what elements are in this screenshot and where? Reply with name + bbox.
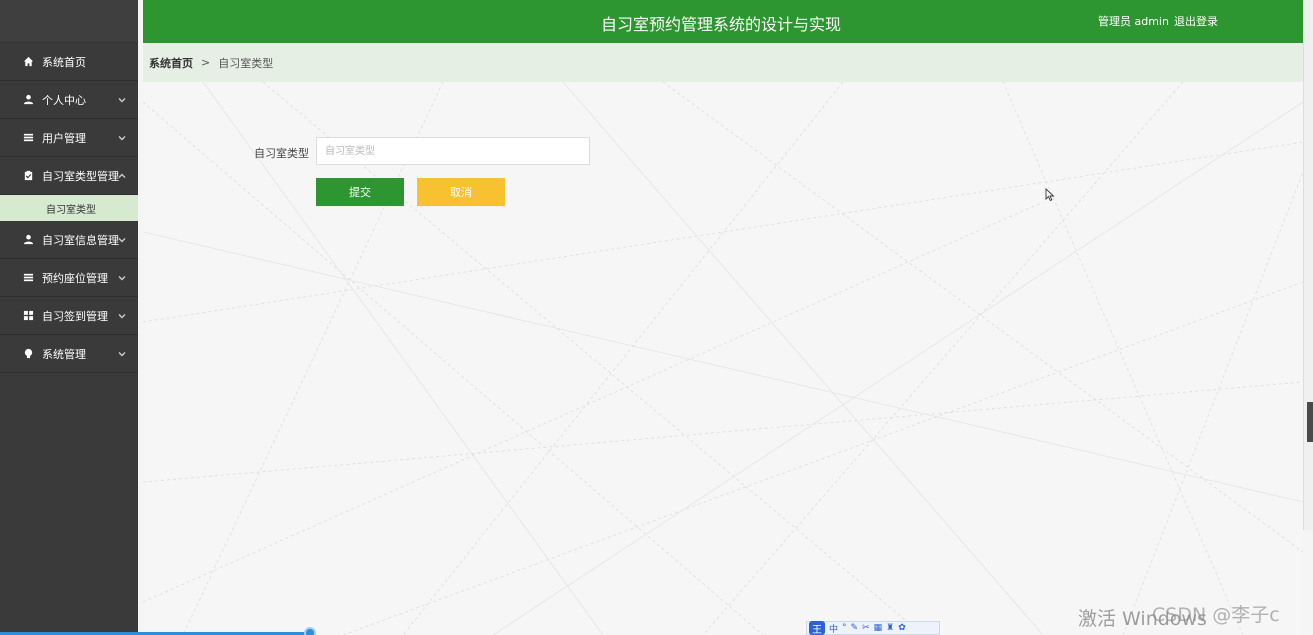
ime-toolbar[interactable]: 王 中 ° ✎ ✂ ▦ ♜ ✿ (806, 621, 940, 635)
sidebar-item-user-management[interactable]: 用户管理 (0, 119, 138, 157)
sidebar-item-label: 用户管理 (42, 131, 86, 145)
ime-pen-icon[interactable]: ✎ (851, 623, 859, 633)
ime-keyboard-icon[interactable]: ▦ (874, 623, 883, 633)
sidebar-item-personal-center[interactable]: 个人中心 (0, 81, 138, 119)
chevron-down-icon (118, 94, 126, 103)
room-type-label: 自习室类型 (254, 147, 309, 160)
ime-punctuation-icon[interactable]: ° (842, 623, 847, 633)
header-bar: 自习室预约管理系统的设计与实现 管理员 admin 退出登录 (143, 0, 1303, 43)
chevron-down-icon (118, 310, 126, 319)
sidebar-logo-area (0, 0, 138, 43)
scrollbar-thumb[interactable] (1307, 402, 1313, 442)
breadcrumb-home[interactable]: 系统首页 (149, 55, 193, 71)
user-icon (22, 234, 34, 246)
ime-scissors-icon[interactable]: ✂ (862, 623, 870, 633)
home-icon (22, 56, 34, 68)
sidebar-item-label: 预约座位管理 (42, 271, 108, 285)
sidebar-item-room-info-management[interactable]: 自习室信息管理 (0, 221, 138, 259)
sidebar: 系统首页 个人中心 用户管理 自习室类型管理 自习室类型 自习室信息管理 预约座… (0, 0, 138, 635)
chevron-down-icon (118, 272, 126, 281)
list-icon (22, 272, 34, 284)
lightbulb-icon (22, 348, 34, 360)
progress-handle[interactable] (304, 627, 316, 635)
scrollbar[interactable] (1303, 0, 1313, 530)
sidebar-item-label: 系统管理 (42, 347, 86, 361)
sidebar-item-label: 系统首页 (42, 55, 86, 69)
ime-mode-indicator[interactable]: 中 (829, 622, 838, 635)
sidebar-item-checkin-management[interactable]: 自习签到管理 (0, 297, 138, 335)
list-icon (22, 132, 34, 144)
current-user: 管理员 admin (1098, 15, 1169, 28)
csdn-watermark: CSDN @李子c (1152, 604, 1280, 626)
cancel-button[interactable]: 取消 (417, 178, 505, 206)
chevron-up-icon (118, 170, 126, 178)
sidebar-subitem-room-type[interactable]: 自习室类型 (0, 195, 138, 221)
main-content: 自习室类型 提交 取消 (143, 82, 1303, 635)
logout-link[interactable]: 退出登录 (1174, 13, 1218, 29)
ime-settings-icon[interactable]: ✿ (898, 623, 906, 633)
chevron-down-icon (118, 132, 126, 141)
mouse-cursor-icon (1045, 188, 1055, 202)
breadcrumb-separator: > (201, 56, 211, 69)
user-icon (22, 94, 34, 106)
sidebar-item-label: 自习室类型管理 (42, 169, 119, 183)
sidebar-item-label: 个人中心 (42, 93, 86, 107)
grid-icon (22, 310, 34, 322)
chevron-down-icon (118, 348, 126, 357)
clipboard-icon (22, 170, 34, 182)
breadcrumb: 系统首页 > 自习室类型 (143, 43, 1303, 82)
ime-logo-icon[interactable]: 王 (809, 621, 825, 635)
room-type-input[interactable] (316, 137, 590, 165)
chevron-down-icon (118, 234, 126, 243)
sidebar-item-label: 自习签到管理 (42, 309, 108, 323)
sidebar-item-home[interactable]: 系统首页 (0, 43, 138, 81)
page-title: 自习室预约管理系统的设计与实现 (601, 15, 842, 34)
submit-button[interactable]: 提交 (316, 178, 404, 206)
ime-skin-icon[interactable]: ♜ (886, 623, 894, 633)
sidebar-item-room-type-management[interactable]: 自习室类型管理 (0, 157, 138, 195)
sidebar-item-system-management[interactable]: 系统管理 (0, 335, 138, 373)
breadcrumb-current: 自习室类型 (218, 56, 274, 70)
sidebar-item-seat-booking-management[interactable]: 预约座位管理 (0, 259, 138, 297)
sidebar-item-label: 自习室信息管理 (42, 233, 119, 247)
